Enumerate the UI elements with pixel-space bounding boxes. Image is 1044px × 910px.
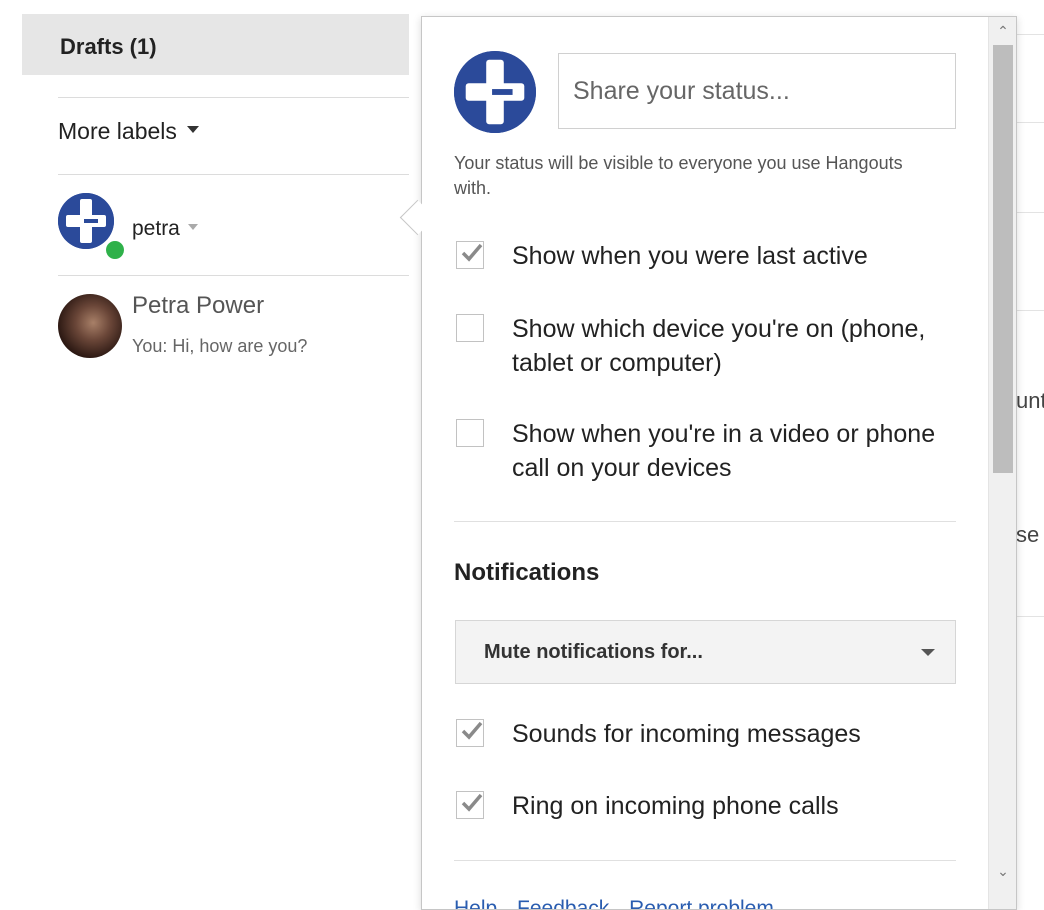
contact-list-item[interactable]: Petra Power You: Hi, how are you?: [58, 292, 408, 362]
caret-down-icon: [187, 224, 198, 231]
option-label: Sounds for incoming messages: [512, 720, 861, 748]
checkmark-icon: [461, 793, 483, 812]
divider: [58, 275, 409, 276]
background-divider: [1016, 616, 1044, 617]
more-labels-button[interactable]: More labels: [58, 118, 199, 145]
option-label: Show when you were last active: [512, 242, 868, 270]
hangouts-settings-popup: Your status will be visible to everyone …: [421, 16, 1017, 910]
option-last-active[interactable]: Show when you were last active: [456, 239, 966, 279]
scroll-down-icon[interactable]: ⌄: [989, 859, 1016, 883]
option-call-status[interactable]: Show when you're in a video or phone cal…: [456, 417, 966, 489]
report-problem-link[interactable]: Report problem: [629, 897, 774, 909]
drafts-item[interactable]: Drafts (1): [22, 14, 409, 75]
option-label: Ring on incoming phone calls: [512, 792, 839, 820]
divider: [58, 174, 409, 175]
divider: [454, 521, 956, 522]
background-text-fragment: unt: [1016, 388, 1044, 413]
checkbox-ring-calls[interactable]: [456, 791, 484, 819]
status-visibility-note: Your status will be visible to everyone …: [454, 153, 903, 198]
option-sounds-messages[interactable]: Sounds for incoming messages: [456, 717, 966, 757]
option-label: Show when you're in a video or phone cal…: [512, 420, 936, 482]
mute-select-label: Mute notifications for...: [484, 641, 703, 663]
help-link[interactable]: Help: [454, 897, 497, 909]
checkmark-icon: [461, 243, 483, 262]
divider: [58, 97, 409, 98]
checkbox-last-active[interactable]: [456, 241, 484, 269]
scroll-up-icon[interactable]: ⌃: [989, 19, 1016, 43]
option-label: Show which device you're on (phone, tabl…: [512, 315, 926, 377]
contact-last-message: You: Hi, how are you?: [132, 336, 308, 356]
background-text-fragment: se: [1016, 522, 1040, 547]
option-ring-calls[interactable]: Ring on incoming phone calls: [456, 789, 966, 829]
status-input[interactable]: [558, 53, 956, 129]
background-divider: [1016, 212, 1044, 213]
notifications-heading: Notifications: [454, 559, 600, 586]
google-plus-avatar-icon: [454, 51, 536, 133]
checkbox-device[interactable]: [456, 314, 484, 342]
mute-notifications-select[interactable]: Mute notifications for...: [455, 620, 956, 684]
contact-name: Petra Power: [132, 292, 265, 319]
popup-scrollbar[interactable]: ⌃ ⌄: [988, 17, 1016, 909]
checkbox-sounds-messages[interactable]: [456, 719, 484, 747]
background-divider: [1016, 34, 1044, 35]
checkmark-icon: [461, 721, 483, 740]
more-labels-label: More labels: [58, 118, 177, 144]
drafts-label: Drafts (1): [60, 34, 157, 59]
option-device[interactable]: Show which device you're on (phone, tabl…: [456, 312, 966, 384]
background-divider: [1016, 310, 1044, 311]
divider: [454, 860, 956, 861]
chevron-down-icon: [921, 649, 935, 656]
caret-down-icon: [186, 126, 199, 134]
google-plus-avatar-icon: [58, 193, 114, 249]
scrollbar-thumb[interactable]: [993, 45, 1013, 473]
me-name-label: petra: [132, 217, 180, 240]
checkbox-call-status[interactable]: [456, 419, 484, 447]
me-name[interactable]: petra: [132, 217, 198, 241]
hangouts-me-row[interactable]: petra: [58, 193, 388, 261]
online-status-dot: [104, 239, 126, 261]
contact-avatar: [58, 294, 122, 358]
background-divider: [1016, 122, 1044, 123]
footer-links: Help Feedback Report problem: [454, 897, 788, 909]
feedback-link[interactable]: Feedback: [517, 897, 609, 909]
